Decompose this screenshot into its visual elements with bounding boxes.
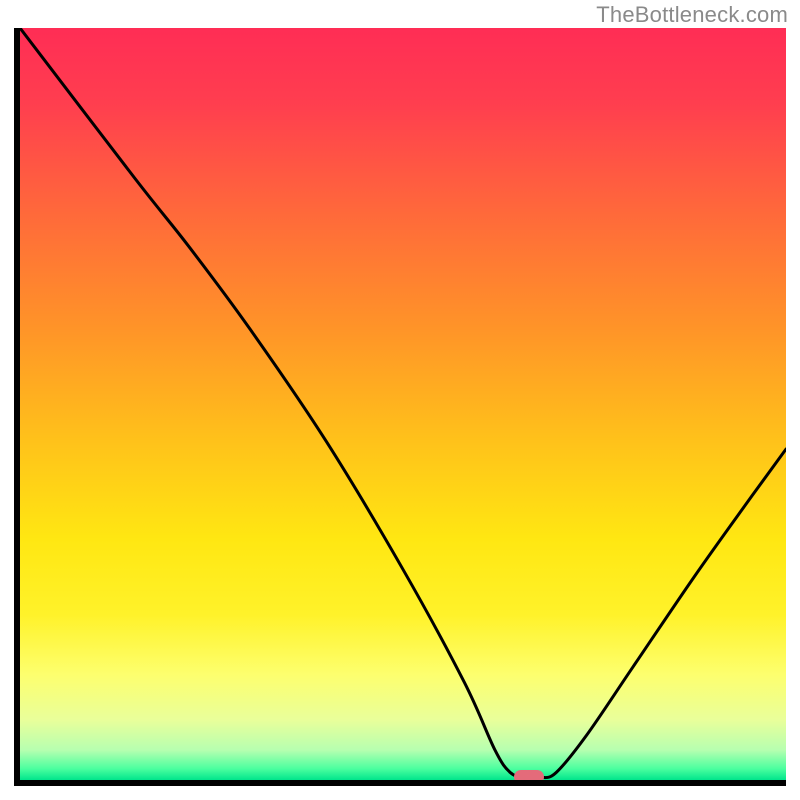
x-axis (14, 780, 786, 786)
bottleneck-curve (20, 28, 786, 780)
y-axis (14, 28, 20, 786)
plot-area (20, 28, 786, 780)
watermark-text: TheBottleneck.com (596, 2, 788, 28)
optimal-marker (514, 770, 544, 780)
